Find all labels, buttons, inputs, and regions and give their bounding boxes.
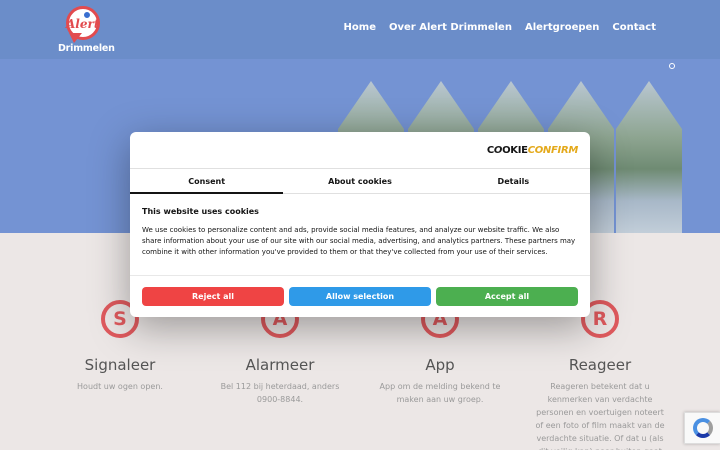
cookie-body: We use cookies to personalize content an… [142, 226, 576, 256]
brand-confirm: CONFIRM [527, 145, 579, 156]
tab-about-cookies[interactable]: About cookies [283, 169, 436, 193]
brand-o: O [493, 145, 503, 156]
tab-details[interactable]: Details [437, 169, 590, 193]
tab-consent[interactable]: Consent [130, 169, 284, 194]
allow-selection-button[interactable]: Allow selection [289, 287, 431, 306]
brand-c: C [486, 145, 494, 156]
cookie-tabs: Consent About cookies Details [130, 168, 590, 194]
divider [130, 275, 590, 276]
cookie-title: This website uses cookies [142, 207, 259, 216]
cookie-actions: Reject all Allow selection Accept all [142, 287, 578, 306]
cookieconfirm-logo: COOKIECONFIRM [487, 145, 578, 156]
accept-all-button[interactable]: Accept all [436, 287, 578, 306]
reject-all-button[interactable]: Reject all [142, 287, 284, 306]
cookie-consent-dialog: COOKIECONFIRM Consent About cookies Deta… [130, 132, 590, 317]
brand-okie: OKIE [502, 145, 528, 156]
